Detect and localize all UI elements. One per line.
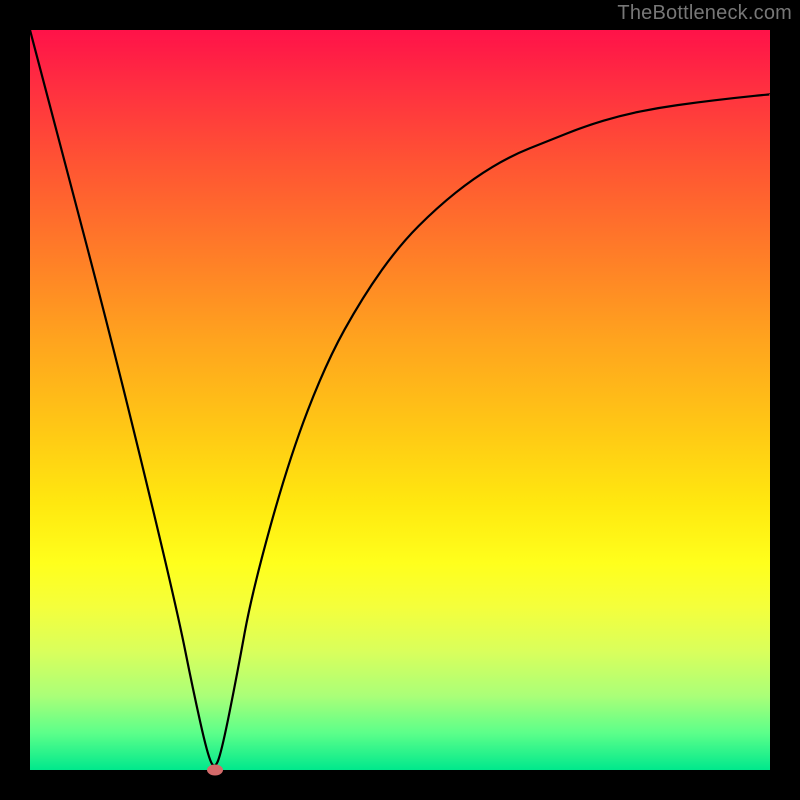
watermark-text: TheBottleneck.com (617, 2, 792, 25)
chart-frame: TheBottleneck.com (0, 0, 800, 800)
bottleneck-curve-path (30, 30, 770, 766)
minimum-marker (207, 765, 223, 776)
curve-svg (30, 30, 770, 770)
plot-area (30, 30, 770, 770)
